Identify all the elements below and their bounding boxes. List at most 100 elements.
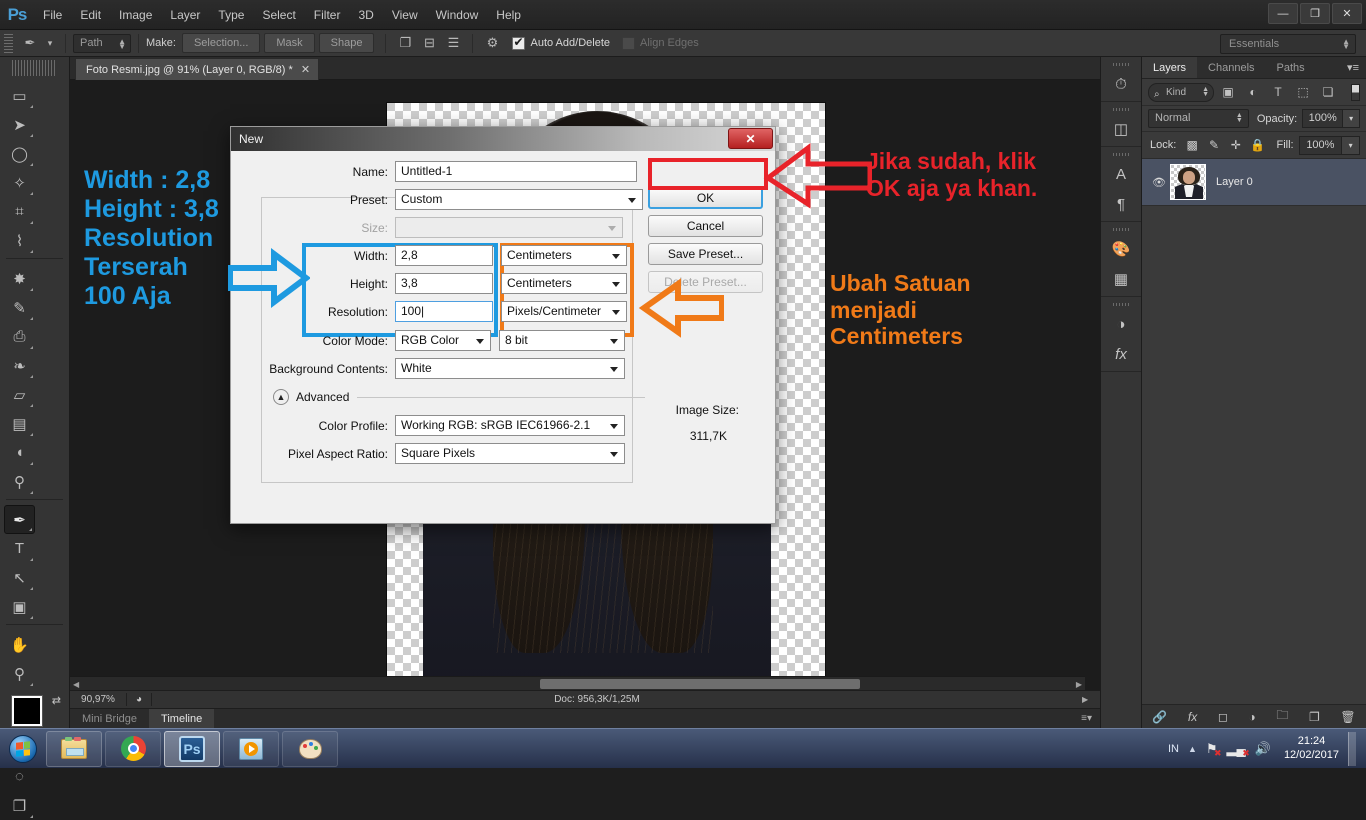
menu-help[interactable]: Help xyxy=(487,5,530,25)
smart-object-filter-icon[interactable]: ❏ xyxy=(1317,83,1339,102)
color-profile-select[interactable]: Working RGB: sRGB IEC61966-2.1 xyxy=(395,415,625,436)
dialog-close-button[interactable]: ✕ xyxy=(728,128,773,149)
resolution-unit-select[interactable]: Pixels/Centimeter xyxy=(501,301,627,322)
lock-all-icon[interactable]: 🔒 xyxy=(1247,135,1269,155)
tab-mini-bridge[interactable]: Mini Bridge xyxy=(70,709,149,728)
path-alignment-icon[interactable]: ⊟ xyxy=(417,33,441,54)
styles-icon[interactable]: fx xyxy=(1101,339,1141,369)
hand-tool[interactable]: ✋ xyxy=(4,630,35,659)
color-icon[interactable]: 🎨 xyxy=(1101,234,1141,264)
screen-mode-icon[interactable]: ❐ xyxy=(4,791,35,820)
history-icon[interactable]: ⏱ xyxy=(1101,69,1141,99)
gradient-tool[interactable]: ▤ xyxy=(4,409,35,438)
lock-transparent-pixels-icon[interactable]: ▩ xyxy=(1181,135,1203,155)
show-desktop-button[interactable] xyxy=(1348,731,1356,766)
pen-tool-icon[interactable]: ✒ xyxy=(18,33,42,54)
preset-select[interactable]: Custom xyxy=(395,189,643,210)
quick-selection-tool[interactable]: ✧ xyxy=(4,168,35,197)
brush-tool[interactable]: ✎ xyxy=(4,293,35,322)
link-layers-icon[interactable]: 🔗 xyxy=(1152,710,1167,724)
height-unit-select[interactable]: Centimeters xyxy=(501,273,627,294)
layer-thumbnail[interactable] xyxy=(1170,164,1206,200)
make-shape-button[interactable]: Shape xyxy=(318,33,375,53)
google-chrome-icon[interactable] xyxy=(105,730,161,767)
swap-colors-icon[interactable]: ⇄ xyxy=(52,694,61,707)
menu-3d[interactable]: 3D xyxy=(349,5,382,25)
layer-row-layer-0[interactable]: 👁 Layer 0 xyxy=(1142,159,1366,206)
eyedropper-tool[interactable]: ⌇ xyxy=(4,226,35,255)
language-indicator[interactable]: IN xyxy=(1168,743,1179,755)
dialog-title-bar[interactable]: New ✕ xyxy=(231,127,775,151)
path-arrangement-icon[interactable]: ☰ xyxy=(441,33,465,54)
gear-icon[interactable]: ⚙ xyxy=(480,33,504,54)
advanced-section-row[interactable]: ▲ Advanced xyxy=(273,389,645,405)
opacity-field[interactable]: 100% xyxy=(1302,109,1344,128)
scroll-left-icon[interactable]: ◀ xyxy=(73,680,79,689)
filter-toggle-icon[interactable] xyxy=(1351,83,1360,101)
menu-edit[interactable]: Edit xyxy=(71,5,110,25)
path-selection-tool[interactable]: ↖ xyxy=(4,563,35,592)
paragraph-icon[interactable]: ¶ xyxy=(1101,189,1141,219)
shape-filter-icon[interactable]: ⬚ xyxy=(1292,83,1314,102)
bit-depth-select[interactable]: 8 bit xyxy=(499,330,625,351)
tab-paths[interactable]: Paths xyxy=(1266,57,1316,78)
eye-icon[interactable]: 👁 xyxy=(1148,176,1170,189)
close-button[interactable]: ✕ xyxy=(1332,3,1362,24)
tab-channels[interactable]: Channels xyxy=(1197,57,1265,78)
menu-select[interactable]: Select xyxy=(253,5,304,25)
new-group-icon[interactable]: 🗀 xyxy=(1276,706,1288,727)
crop-tool[interactable]: ⌗ xyxy=(4,197,35,226)
auto-add-delete-checkbox[interactable]: Auto Add/Delete xyxy=(512,35,610,50)
adjustment-layer-icon[interactable]: ◑ xyxy=(1101,309,1141,339)
maximize-button[interactable]: ❐ xyxy=(1300,3,1330,24)
path-operations-icon[interactable]: ❐ xyxy=(393,33,417,54)
menu-view[interactable]: View xyxy=(383,5,427,25)
menu-window[interactable]: Window xyxy=(427,5,488,25)
lock-position-icon[interactable]: ✛ xyxy=(1225,135,1247,155)
resolution-input[interactable]: 100| xyxy=(395,301,493,322)
rail-grip[interactable] xyxy=(1113,59,1129,69)
collapse-icon[interactable]: ▲ xyxy=(273,389,289,405)
history-brush-tool[interactable]: ❧ xyxy=(4,351,35,380)
make-mask-button[interactable]: Mask xyxy=(264,33,315,53)
fill-field[interactable]: 100% xyxy=(1298,135,1343,155)
paint-icon[interactable] xyxy=(282,730,338,767)
type-filter-icon[interactable]: T xyxy=(1267,83,1289,102)
close-icon[interactable]: ✕ xyxy=(301,60,310,80)
dodge-tool[interactable]: ⚲ xyxy=(4,467,35,496)
preview-options-icon[interactable]: ◕ xyxy=(127,694,151,705)
layer-filter-kind-select[interactable]: ⌕ Kind ▲ ▼ xyxy=(1148,82,1214,102)
horizontal-scroll-thumb[interactable] xyxy=(540,679,860,689)
layer-style-icon[interactable]: fx xyxy=(1188,710,1197,724)
name-input[interactable]: Untitled-1 xyxy=(395,161,637,182)
tab-layers[interactable]: Layers xyxy=(1142,57,1198,78)
photoshop-icon[interactable]: Ps xyxy=(164,730,220,767)
rail-grip[interactable] xyxy=(1113,149,1129,159)
opacity-chevron-down-icon[interactable]: ▾ xyxy=(1343,109,1360,128)
media-player-icon[interactable] xyxy=(223,730,279,767)
foreground-color-swatch[interactable] xyxy=(12,696,42,726)
make-selection-button[interactable]: Selection... xyxy=(181,33,261,53)
pen-tool[interactable]: ✒ xyxy=(4,505,35,534)
volume-icon[interactable]: 🔊 xyxy=(1255,741,1271,757)
character-icon[interactable]: A xyxy=(1101,159,1141,189)
lasso-tool[interactable]: ◯ xyxy=(4,139,35,168)
menu-image[interactable]: Image xyxy=(110,5,161,25)
width-unit-select[interactable]: Centimeters xyxy=(501,245,627,266)
menu-layer[interactable]: Layer xyxy=(161,5,209,25)
panel-menu-icon[interactable]: ▾≡ xyxy=(1340,57,1366,78)
file-explorer-icon[interactable] xyxy=(46,730,102,767)
zoom-level-field[interactable]: 90,97% xyxy=(70,694,126,705)
pixel-aspect-select[interactable]: Square Pixels xyxy=(395,443,625,464)
new-adjustment-layer-icon[interactable]: ◑ xyxy=(1248,710,1255,724)
workspace-select[interactable]: Essentials ▲ ▼ xyxy=(1220,34,1356,54)
delete-layer-icon[interactable]: 🗑 xyxy=(1340,710,1355,724)
lock-image-pixels-icon[interactable]: ✎ xyxy=(1203,135,1225,155)
rail-grip[interactable] xyxy=(1113,104,1129,114)
fill-chevron-down-icon[interactable]: ▾ xyxy=(1342,135,1361,155)
new-layer-icon[interactable]: ❐ xyxy=(1309,710,1320,724)
height-input[interactable]: 3,8 xyxy=(395,273,493,294)
network-error-icon[interactable]: ⚑ ✖ xyxy=(1206,741,1222,758)
marquee-tool[interactable]: ▭ xyxy=(4,81,35,110)
status-menu-icon[interactable]: ▶ xyxy=(1082,695,1100,704)
